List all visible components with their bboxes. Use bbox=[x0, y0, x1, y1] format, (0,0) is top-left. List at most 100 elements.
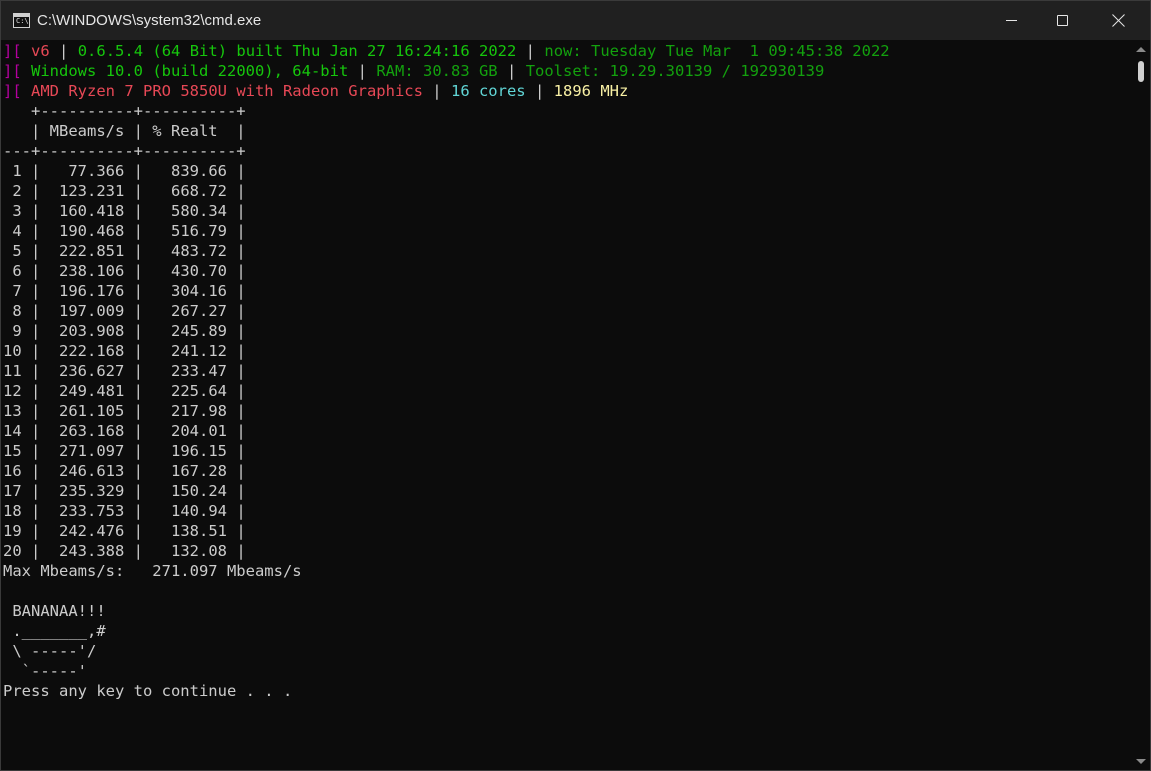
mbeams-value: 190.468 bbox=[40, 222, 125, 240]
realt-value: 516.79 bbox=[143, 222, 228, 240]
thread-count: 2 bbox=[3, 182, 22, 200]
mbeams-value: 77.366 bbox=[40, 162, 125, 180]
mbeams-value: 196.176 bbox=[40, 282, 125, 300]
scroll-up-icon[interactable] bbox=[1136, 47, 1146, 52]
thread-count: 15 bbox=[3, 442, 22, 460]
line-prefix: ][ bbox=[3, 42, 22, 60]
table-row: 1 | 77.366 | 839.66 | bbox=[3, 162, 246, 180]
table-row: 4 | 190.468 | 516.79 | bbox=[3, 222, 246, 240]
table-row: 13 | 261.105 | 217.98 | bbox=[3, 402, 246, 420]
realt-value: 483.72 bbox=[143, 242, 228, 260]
title-bar[interactable]: C:\ C:\WINDOWS\system32\cmd.exe bbox=[1, 1, 1150, 40]
mbeams-value: 222.168 bbox=[40, 342, 125, 360]
line-prefix: ][ bbox=[3, 62, 22, 80]
os-text: Windows 10.0 (build 22000), 64-bit bbox=[31, 62, 349, 80]
cmd-icon: C:\ bbox=[13, 13, 30, 28]
table-row: 15 | 271.097 | 196.15 | bbox=[3, 442, 246, 460]
thread-count: 7 bbox=[3, 282, 22, 300]
mbeams-value: 203.908 bbox=[40, 322, 125, 340]
minimize-icon bbox=[1005, 20, 1017, 21]
thread-count: 8 bbox=[3, 302, 22, 320]
realt-value: 217.98 bbox=[143, 402, 228, 420]
realt-value: 233.47 bbox=[143, 362, 228, 380]
table-row: 18 | 233.753 | 140.94 | bbox=[3, 502, 246, 520]
max-summary: Max Mbeams/s: 271.097 Mbeams/s bbox=[3, 562, 302, 580]
mbeams-value: 160.418 bbox=[40, 202, 125, 220]
thread-count: 9 bbox=[3, 322, 22, 340]
thread-count: 18 bbox=[3, 502, 22, 520]
mbeams-value: 271.097 bbox=[40, 442, 125, 460]
header-line-build: ][ v6 | 0.6.5.4 (64 Bit) built Thu Jan 2… bbox=[3, 41, 1133, 61]
table-rows: 1 | 77.366 | 839.66 | 2 | 123.231 | 668.… bbox=[3, 161, 1133, 561]
mbeams-value: 236.627 bbox=[40, 362, 125, 380]
table-row: 6 | 238.106 | 430.70 | bbox=[3, 262, 246, 280]
realt-value: 138.51 bbox=[143, 522, 228, 540]
realt-value: 132.08 bbox=[143, 542, 228, 560]
table-row: 3 | 160.418 | 580.34 | bbox=[3, 202, 246, 220]
console-window: C:\ C:\WINDOWS\system32\cmd.exe ][ v6 | … bbox=[0, 0, 1151, 771]
separator: | bbox=[59, 42, 69, 60]
version-text: v6 bbox=[31, 42, 50, 60]
realt-value: 839.66 bbox=[143, 162, 228, 180]
table-row: 2 | 123.231 | 668.72 | bbox=[3, 182, 246, 200]
table-row: 19 | 242.476 | 138.51 | bbox=[3, 522, 246, 540]
cores-text: 16 cores bbox=[450, 82, 526, 100]
thread-count: 12 bbox=[3, 382, 22, 400]
table-row: 5 | 222.851 | 483.72 | bbox=[3, 242, 246, 260]
table-row: 12 | 249.481 | 225.64 | bbox=[3, 382, 246, 400]
mbeams-value: 123.231 bbox=[40, 182, 125, 200]
banana-line bbox=[3, 581, 1133, 601]
thread-count: 6 bbox=[3, 262, 22, 280]
thread-count: 16 bbox=[3, 462, 22, 480]
scroll-down-icon[interactable] bbox=[1136, 759, 1146, 764]
table-header-row: | MBeams/s | % Realt | bbox=[3, 122, 246, 140]
thread-count: 4 bbox=[3, 222, 22, 240]
realt-value: 245.89 bbox=[143, 322, 228, 340]
thread-count: 20 bbox=[3, 542, 22, 560]
realt-value: 304.16 bbox=[143, 282, 228, 300]
build-text: 0.6.5.4 (64 Bit) built Thu Jan 27 16:24:… bbox=[77, 42, 517, 60]
mbeams-value: 263.168 bbox=[40, 422, 125, 440]
table-row: 20 | 243.388 | 132.08 | bbox=[3, 542, 246, 560]
realt-value: 140.94 bbox=[143, 502, 228, 520]
close-button[interactable] bbox=[1095, 1, 1141, 40]
mbeams-value: 243.388 bbox=[40, 542, 125, 560]
minimize-button[interactable] bbox=[988, 1, 1034, 40]
cmd-icon-text: C:\ bbox=[16, 17, 29, 25]
table-row: 16 | 246.613 | 167.28 | bbox=[3, 462, 246, 480]
ram-text: RAM: 30.83 GB bbox=[376, 62, 498, 80]
maximize-icon bbox=[1056, 15, 1068, 26]
realt-value: 150.24 bbox=[143, 482, 228, 500]
thread-count: 14 bbox=[3, 422, 22, 440]
vertical-scrollbar[interactable] bbox=[1133, 41, 1150, 770]
maximize-button[interactable] bbox=[1039, 1, 1085, 40]
thread-count: 5 bbox=[3, 242, 22, 260]
realt-value: 167.28 bbox=[143, 462, 228, 480]
mbeams-value: 238.106 bbox=[40, 262, 125, 280]
separator: | bbox=[357, 62, 367, 80]
separator: | bbox=[525, 42, 536, 60]
table-row: 8 | 197.009 | 267.27 | bbox=[3, 302, 246, 320]
toolset-text: Toolset: 19.29.30139 / 192930139 bbox=[525, 62, 825, 80]
banana-ascii-art: BANANAA!!! ._______,# \ -----'/ `-----' bbox=[3, 581, 1133, 681]
mbeams-value: 249.481 bbox=[40, 382, 125, 400]
cpu-text: AMD Ryzen 7 PRO 5850U with Radeon Graphi… bbox=[31, 82, 423, 100]
close-icon bbox=[1112, 14, 1125, 27]
header-line-cpu: ][ AMD Ryzen 7 PRO 5850U with Radeon Gra… bbox=[3, 81, 1133, 101]
separator: | bbox=[432, 82, 442, 100]
thread-count: 13 bbox=[3, 402, 22, 420]
table-row: 11 | 236.627 | 233.47 | bbox=[3, 362, 246, 380]
mbeams-value: 242.476 bbox=[40, 522, 125, 540]
thread-count: 10 bbox=[3, 342, 22, 360]
banana-line: BANANAA!!! bbox=[3, 602, 106, 620]
realt-value: 267.27 bbox=[143, 302, 228, 320]
console-output[interactable]: ][ v6 | 0.6.5.4 (64 Bit) built Thu Jan 2… bbox=[3, 41, 1133, 769]
table-row: 17 | 235.329 | 150.24 | bbox=[3, 482, 246, 500]
mbeams-value: 197.009 bbox=[40, 302, 125, 320]
scroll-thumb[interactable] bbox=[1138, 61, 1144, 82]
realt-value: 668.72 bbox=[143, 182, 228, 200]
mbeams-value: 261.105 bbox=[40, 402, 125, 420]
banana-line: ._______,# bbox=[3, 622, 106, 640]
mbeams-value: 233.753 bbox=[40, 502, 125, 520]
separator: | bbox=[507, 62, 517, 80]
